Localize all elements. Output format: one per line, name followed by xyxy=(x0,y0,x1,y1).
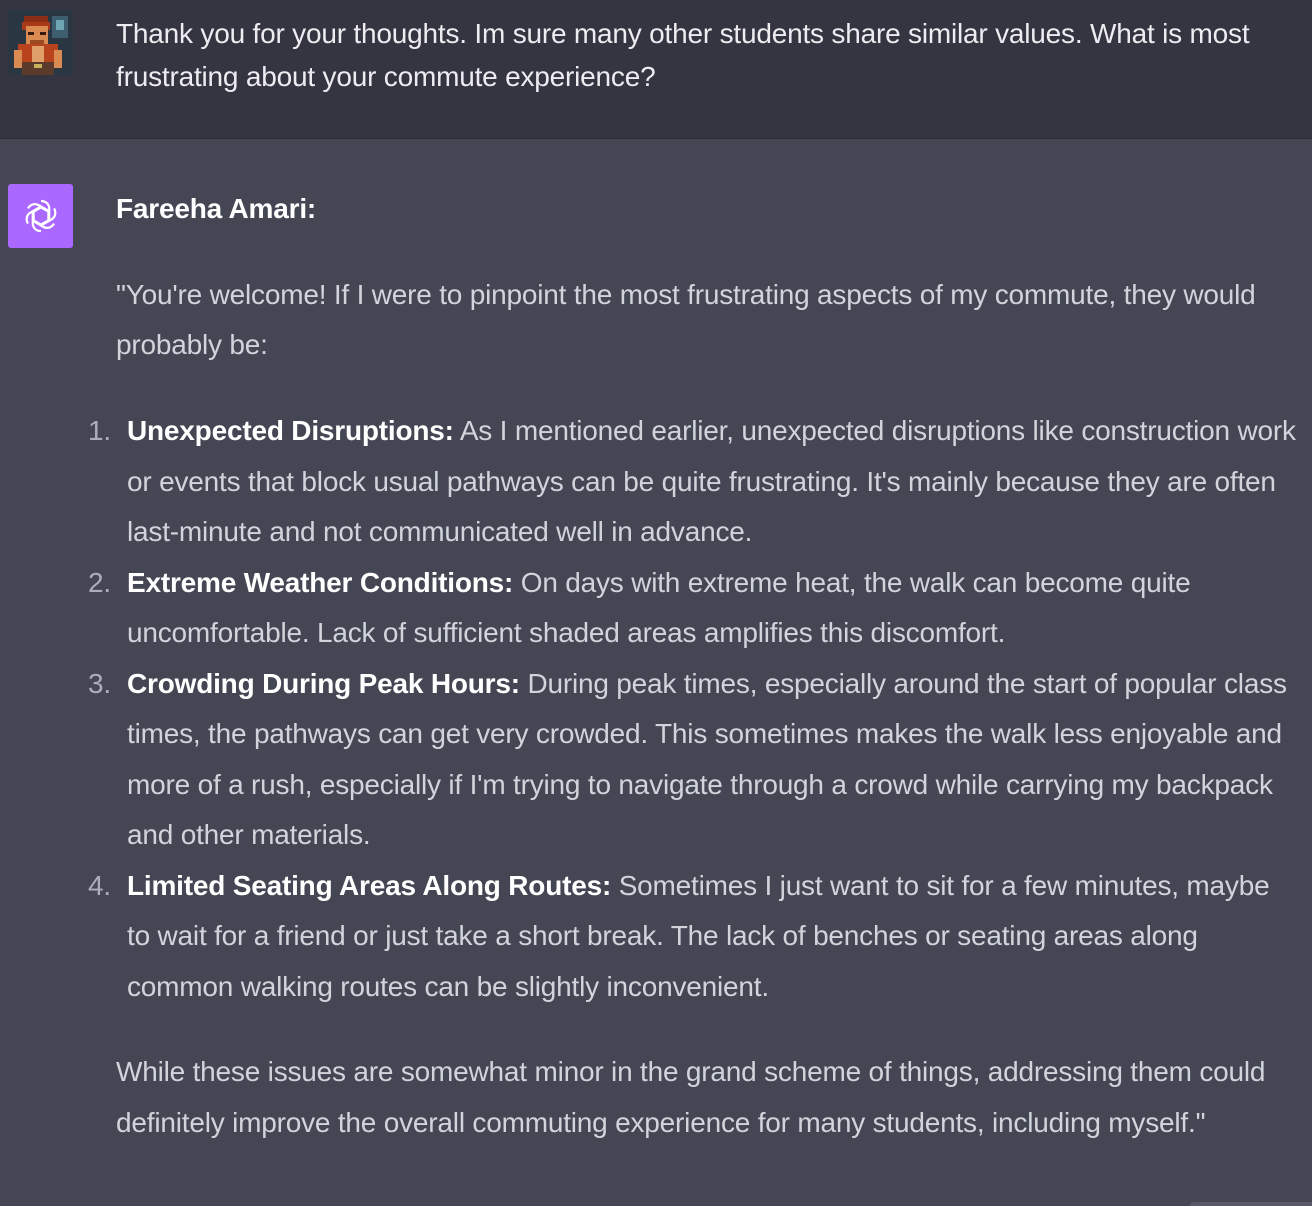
intro-paragraph: "You're welcome! If I were to pinpoint t… xyxy=(116,279,1256,360)
list-item: 2. Extreme Weather Conditions: On days wi… xyxy=(88,558,1296,659)
list-item: 1. Unexpected Disruptions: As I mentioned… xyxy=(88,406,1296,558)
scroll-indicator[interactable] xyxy=(1190,1202,1312,1206)
list-item-number: 4. xyxy=(88,869,111,901)
list-item-term: Extreme Weather Conditions: xyxy=(127,566,514,598)
list-item: 3. Crowding During Peak Hours: During pea… xyxy=(88,659,1296,861)
list-item-term: Limited Seating Areas Along Routes: xyxy=(127,869,612,901)
list-item-term: Crowding During Peak Hours: xyxy=(127,667,520,699)
assistant-message-row: Fareeha Amari: "You're welcome! If I wer… xyxy=(0,140,1312,1206)
assistant-message-content: Fareeha Amari: "You're welcome! If I wer… xyxy=(88,184,1296,1148)
speaker-name: Fareeha Amari: xyxy=(116,193,317,224)
user-avatar xyxy=(8,10,73,75)
outro-paragraph: While these issues are somewhat minor in… xyxy=(116,1056,1266,1138)
list-item: 4. Limited Seating Areas Along Routes: So… xyxy=(88,861,1296,1013)
list-item-number: 3. xyxy=(88,667,111,699)
pixel-art-character-avatar-icon xyxy=(8,10,73,75)
list-item-number: 1. xyxy=(88,415,111,446)
user-message-row: Thank you for your thoughts. Im sure man… xyxy=(0,0,1312,139)
openai-logo-icon xyxy=(25,199,56,233)
list-item-number: 2. xyxy=(88,566,111,598)
user-message-text: Thank you for your thoughts. Im sure man… xyxy=(116,18,1250,92)
issues-list: 1. Unexpected Disruptions: As I mentioned… xyxy=(88,406,1296,1013)
assistant-avatar xyxy=(8,184,73,248)
list-item-term: Unexpected Disruptions: xyxy=(127,415,454,446)
